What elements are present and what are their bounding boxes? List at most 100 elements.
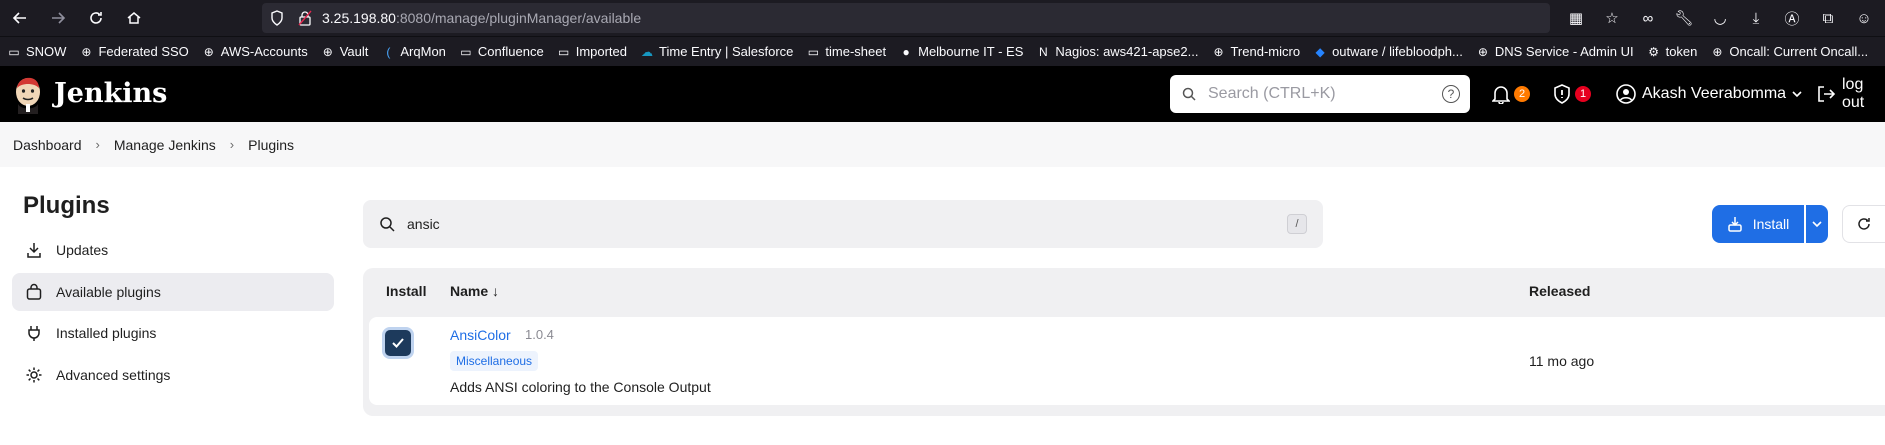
logout-label[interactable]: log out [1842,76,1885,112]
bookmark-label: Time Entry | Salesforce [659,44,794,59]
bookmark-label: ArqMon [400,44,446,59]
wrench-icon[interactable]: 🔧︎ [1673,4,1695,32]
sidebar-item-label: Available plugins [56,284,161,300]
bookmark-item[interactable]: ⊕ Trend-micro [1210,44,1300,60]
bell-icon [1492,84,1510,104]
column-header-name[interactable]: Name ↓ [450,283,499,299]
bookmark-label: DNS Service - Admin UI [1494,44,1634,59]
bookmark-label: Melbourne IT - ES [918,44,1024,59]
shield-icon[interactable] [270,10,284,26]
notification-badge: 2 [1514,86,1530,102]
table-row: AnsiColor 1.0.4 Miscellaneous Adds ANSI … [369,317,1885,405]
bookmark-item[interactable]: ▭ time-sheet [805,44,886,60]
gear-icon: ⚙ [1648,44,1659,59]
bookmark-item[interactable]: ( ArqMon [380,44,446,60]
insecure-lock-icon[interactable] [298,10,312,26]
bookmark-item[interactable]: ▭ Imported [556,44,627,60]
globe-icon: ⊕ [203,44,214,59]
column-header-install: Install [386,283,427,299]
qr-icon[interactable]: ▦ [1565,4,1587,32]
bookmark-item[interactable]: ⊕ Federated SSO [78,44,188,60]
bookmark-item[interactable]: N Nagios: aws421-apse2... [1035,44,1198,60]
user-name[interactable]: Akash Veerabomma [1642,85,1786,103]
bitbucket-icon: ◆ [1315,44,1325,59]
bookmark-item[interactable]: ⊕ AWS-Accounts [201,44,308,60]
breadcrumb-dashboard[interactable]: Dashboard [13,137,82,153]
logout-button[interactable]: log out [1816,66,1885,122]
sidebar-item-label: Updates [56,242,109,258]
security-shield-icon [1553,84,1571,104]
refresh-button[interactable] [1842,205,1885,243]
bookmark-item[interactable]: ● Melbourne IT - ES [898,44,1023,60]
bookmark-label: SNOW [26,44,67,59]
search-icon [1182,87,1196,101]
bookmark-item[interactable]: ☁ Time Entry | Salesforce [639,44,793,60]
plugin-name-link[interactable]: AnsiColor [450,327,511,343]
plugin-filter-input[interactable]: ansic / [363,200,1323,248]
profile-icon[interactable]: ☺ [1853,4,1875,32]
sidebar-item-available-plugins[interactable]: Available plugins [12,273,334,311]
plugins-table: Install Name ↓ Released AnsiColor 1.0.4 … [363,268,1885,416]
folder-icon: ▭ [460,44,472,59]
home-icon[interactable] [120,4,148,32]
user-menu[interactable]: Akash Veerabomma [1616,66,1802,122]
pocket-icon[interactable]: ◡ [1709,4,1731,32]
plugin-description: Adds ANSI coloring to the Console Output [450,379,711,395]
bookmark-item[interactable]: ◆ outware / lifebloodph... [1312,44,1462,60]
breadcrumb: Dashboard › Manage Jenkins › Plugins [0,122,1885,167]
app-title[interactable]: Jenkins [54,78,167,109]
install-options-dropdown[interactable] [1806,205,1828,243]
bookmark-item[interactable]: ⊕ Vault [320,44,369,60]
globe-icon: ⊕ [322,44,333,59]
sidebar-item-updates[interactable]: Updates [12,231,334,269]
forward-icon[interactable] [44,4,72,32]
jenkins-logo[interactable] [12,74,44,114]
column-header-released[interactable]: Released [1529,283,1590,299]
shopping-bag-icon [24,282,44,302]
star-icon[interactable]: ☆ [1601,4,1623,32]
sidebar-item-advanced-settings[interactable]: Advanced settings [12,356,334,394]
plug-icon [24,323,44,343]
arq-icon: ( [386,44,391,59]
sidebar-item-installed-plugins[interactable]: Installed plugins [12,314,334,352]
bookmark-label: Vault [339,44,369,59]
security-button[interactable]: 1 [1553,66,1591,122]
bookmarks-bar: ▭ SNOW ⊕ Federated SSO ⊕ AWS-Accounts ⊕ Vault (A… [0,36,1885,66]
bookmark-item[interactable]: ▭ Confluence [458,44,543,60]
plugin-checkbox[interactable] [385,330,411,356]
search-box[interactable]: Search (CTRL+K) ? [1170,75,1470,113]
nagios-icon: N [1039,44,1048,59]
keyboard-shortcut-hint: / [1287,214,1307,234]
sidebar-item-label: Advanced settings [56,367,171,383]
check-icon [392,338,404,348]
breadcrumb-plugins[interactable]: Plugins [248,137,294,153]
extensions-icon[interactable]: ⧉ [1817,4,1839,32]
breadcrumb-manage-jenkins[interactable]: Manage Jenkins [114,137,216,153]
search-input[interactable]: Search (CTRL+K) [1208,85,1336,103]
bookmark-label: token [1665,44,1698,59]
install-button-label: Install [1752,216,1790,232]
address-bar[interactable]: 3.25.198.80:8080/manage/pluginManager/av… [262,3,1550,33]
bookmark-label: time-sheet [825,44,887,59]
bookmark-item[interactable]: ⚙ token [1646,44,1698,60]
download-icon[interactable]: ⤓ [1745,4,1767,32]
incognito-icon[interactable]: ∞ [1637,4,1659,32]
reload-icon[interactable] [82,4,110,32]
bookmark-item[interactable]: ⊕ DNS Service - Admin UI [1475,44,1634,60]
help-icon[interactable]: ? [1442,85,1460,103]
folder-icon: ▭ [807,44,820,59]
chevron-down-icon[interactable] [1792,89,1802,99]
account-icon[interactable]: Ⓐ [1781,4,1803,32]
bookmark-item[interactable]: ⊕ Oncall: Current Oncall... [1709,44,1868,60]
filter-value[interactable]: ansic [407,216,440,232]
bookmark-label: Federated SSO [98,44,189,59]
install-button[interactable]: Install [1712,205,1804,243]
folder-icon: ▭ [558,44,570,59]
plugin-category-tag[interactable]: Miscellaneous [450,351,539,371]
gear-icon [24,365,44,385]
chevron-right-icon: › [95,137,100,152]
notifications-button[interactable]: 2 [1492,66,1530,122]
back-icon[interactable] [6,4,34,32]
logout-icon [1816,84,1836,104]
bookmark-item[interactable]: ▭ SNOW [6,44,66,60]
